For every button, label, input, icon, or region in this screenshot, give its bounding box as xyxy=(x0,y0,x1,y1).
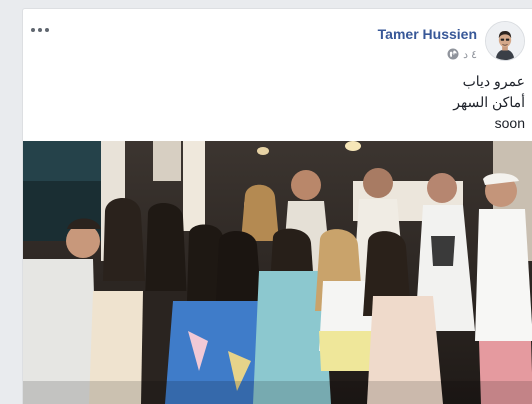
post-text-line: عمرو دياب xyxy=(462,73,525,89)
post-author-name[interactable]: Tamer Hussien xyxy=(378,26,477,42)
post-photo[interactable] xyxy=(23,141,532,404)
feed-post: Tamer Hussien ٤ د عمرو دياب أماكن السهر … xyxy=(22,8,532,404)
more-options-icon[interactable] xyxy=(31,27,49,33)
post-text-line: soon xyxy=(494,115,525,131)
globe-icon[interactable] xyxy=(447,48,459,60)
avatar-portrait xyxy=(486,22,524,60)
post-text: عمرو دياب أماكن السهر soon xyxy=(225,71,525,134)
author-avatar[interactable] xyxy=(485,21,525,61)
post-timestamp[interactable]: ٤ د xyxy=(463,48,477,61)
group-photo xyxy=(23,141,532,404)
post-text-line: أماكن السهر xyxy=(453,94,525,110)
post-meta: ٤ د xyxy=(447,47,477,61)
